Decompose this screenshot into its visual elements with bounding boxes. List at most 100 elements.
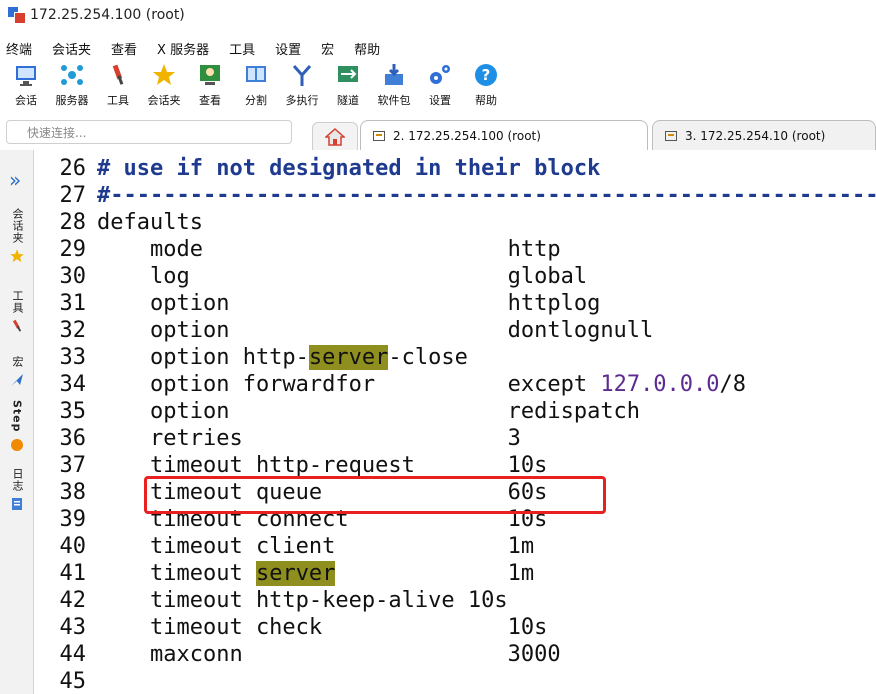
search-highlight: server [255,561,336,586]
code-text: /8 [719,372,747,397]
line-number: 27 [59,183,87,208]
toolbar: 会话 服务器 工具 会话夹 查看 分割 多执行 隧道 软件包 设置 ? 帮助 [0,62,876,116]
menu-macro[interactable]: 宏 [321,39,334,58]
toolbar-view-button[interactable]: 查看 [190,62,230,108]
line-number: 28 [59,210,87,235]
tunnel-icon [335,62,361,88]
code-text: option forwardfor except [97,372,601,397]
toolbar-servers-button[interactable]: 服务器 [52,62,92,108]
menu-terminal[interactable]: 终端 [6,39,32,58]
macro-arrow-icon [11,374,23,386]
expand-sidebar-icon[interactable]: » [9,168,21,192]
line-code: mode http [97,236,561,263]
line-number: 40 [59,534,87,559]
line-code: option httplog [97,290,600,317]
app-logo-icon [8,7,26,24]
line-number: 32 [59,318,87,343]
line-number: 45 [59,669,87,694]
menu-tools[interactable]: 工具 [229,39,255,58]
code-text: option redispatch [97,399,641,424]
home-icon [325,127,345,146]
toolbar-session-button[interactable]: 会话 [6,62,46,108]
code-text: -close [388,345,468,370]
code-comment: #---------------------------------------… [97,183,876,208]
sidebar-item-macro[interactable]: 宏 [4,356,30,388]
line-number: 41 [59,561,87,586]
line-number: 38 [59,480,87,505]
line-number: 35 [59,399,87,424]
line-code: timeout http-keep-alive 10s [97,587,508,614]
line-code: defaults [97,209,203,236]
toolbar-split-button[interactable]: 分割 [236,62,276,108]
quick-connect-input[interactable]: 快速连接... [6,120,292,144]
code-text: mode http [97,237,561,262]
terminal-view[interactable]: 26 # use if not designated in their block… [34,150,876,694]
line-code: option http-server-close [97,344,468,371]
line-number: 30 [59,264,87,289]
split-window-icon [243,62,269,88]
line-code: option forwardfor except 127.0.0.0/8 [97,371,746,398]
line-number: 43 [59,615,87,640]
settings-gears-icon [427,62,453,88]
tab-session-2[interactable]: 2. 172.25.254.100 (root) [360,120,648,150]
toolbar-multiexec-button[interactable]: 多执行 [282,62,322,108]
code-text: 1m [335,561,535,586]
sidebar-item-log[interactable]: 日志 [4,468,30,512]
tools-icon [12,319,22,332]
line-code: #---------------------------------------… [97,182,876,209]
step-icon [11,438,23,451]
line-code: retries 3 [97,425,521,452]
view-person-icon [197,62,223,88]
line-code: timeout check 10s [97,614,547,641]
menu-settings[interactable]: 设置 [275,39,301,58]
menu-sessions[interactable]: 会话夹 [52,39,91,58]
code-text: timeout http-keep-alive 10s [97,588,508,613]
line-number: 34 [59,372,87,397]
line-code: timeout client 1m [97,533,534,560]
tab-session-3[interactable]: 3. 172.25.254.10 (root) [652,120,876,150]
code-text: option dontlognull [97,318,654,343]
code-text: option httplog [97,291,601,316]
line-number: 33 [59,345,87,370]
code-text: option http- [97,345,309,370]
code-text: maxconn 3000 [97,642,561,667]
code-text: timeout check 10s [97,615,548,640]
sidebar-item-sessions[interactable]: 会话夹 [4,208,30,264]
toolbar-tunnel-button[interactable]: 隧道 [328,62,368,108]
svg-text:?: ? [482,66,491,84]
search-highlight: server [308,345,389,370]
sidebar-item-step[interactable]: Step [4,400,30,453]
menu-view[interactable]: 查看 [111,39,137,58]
line-code: timeout server 1m [97,560,534,587]
code-text: timeout client 1m [97,534,535,559]
help-icon: ? [473,62,499,88]
highlight-annotation-box [144,476,606,514]
window-title: 172.25.254.100 (root) [30,7,185,23]
multi-exec-fork-icon [289,62,315,88]
toolbar-packages-button[interactable]: 软件包 [374,62,414,108]
servers-network-icon [59,62,85,88]
toolbar-help-button[interactable]: ? 帮助 [466,62,506,108]
line-number: 31 [59,291,87,316]
toolbar-settings-button[interactable]: 设置 [420,62,460,108]
toolbar-tools-button[interactable]: 工具 [98,62,138,108]
terminal-icon [665,129,679,143]
star-icon [10,249,24,263]
toolbar-favorites-button[interactable]: 会话夹 [144,62,184,108]
star-icon [151,62,177,88]
menu-bar: 终端 会话夹 查看 X 服务器 工具 设置 宏 帮助 [0,36,876,60]
side-panel: » 会话夹 工具 宏 Step 日志 [0,150,34,694]
line-code: log global [97,263,587,290]
terminal-icon [373,129,387,143]
package-download-icon [381,62,407,88]
line-code: maxconn 3000 [97,641,561,668]
sidebar-item-tools[interactable]: 工具 [4,290,30,334]
line-code: timeout http-request 10s [97,452,547,479]
menu-xserver[interactable]: X 服务器 [157,39,209,58]
code-text: retries 3 [97,426,521,451]
line-code: # use if not designated in their block [97,155,600,182]
home-tab[interactable] [312,122,358,150]
line-code: option dontlognull [97,317,653,344]
code-text: defaults [97,210,203,235]
menu-help[interactable]: 帮助 [354,39,380,58]
